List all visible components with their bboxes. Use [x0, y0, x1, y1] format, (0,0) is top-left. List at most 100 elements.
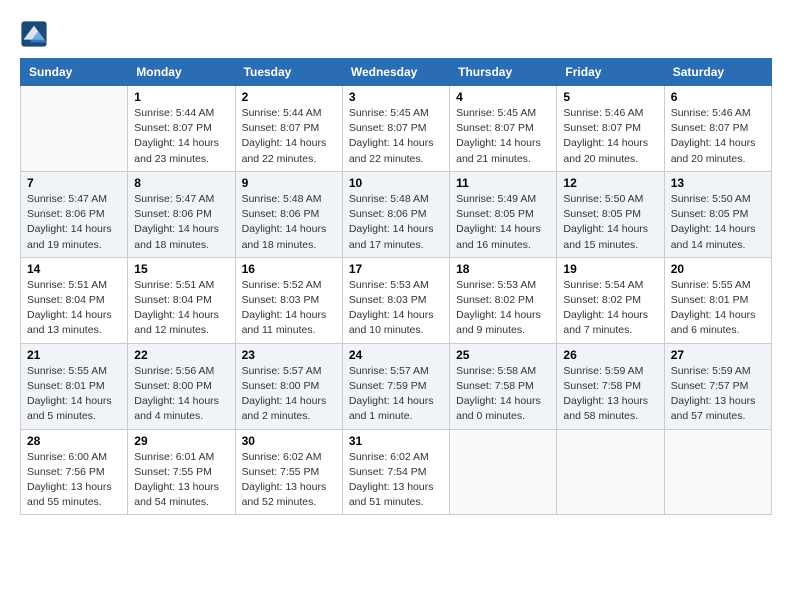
calendar-day-cell: 10 Sunrise: 5:48 AMSunset: 8:06 PMDayligh… [342, 171, 449, 257]
day-info: Sunrise: 5:53 AMSunset: 8:02 PMDaylight:… [456, 278, 550, 339]
calendar-day-cell [557, 429, 664, 515]
day-info: Sunrise: 5:48 AMSunset: 8:06 PMDaylight:… [242, 192, 336, 253]
day-info: Sunrise: 5:44 AMSunset: 8:07 PMDaylight:… [242, 106, 336, 167]
day-info: Sunrise: 5:45 AMSunset: 8:07 PMDaylight:… [349, 106, 443, 167]
day-number: 3 [349, 90, 443, 104]
day-number: 30 [242, 434, 336, 448]
calendar-day-cell: 29 Sunrise: 6:01 AMSunset: 7:55 PMDayligh… [128, 429, 235, 515]
calendar-day-cell [21, 86, 128, 172]
calendar-day-cell: 23 Sunrise: 5:57 AMSunset: 8:00 PMDayligh… [235, 343, 342, 429]
day-number: 17 [349, 262, 443, 276]
calendar-week-row: 21Sunrise: 5:55 AMSunset: 8:01 PMDayligh… [21, 343, 772, 429]
day-number: 5 [563, 90, 657, 104]
day-info: Sunrise: 6:02 AMSunset: 7:55 PMDaylight:… [242, 450, 336, 511]
calendar-day-cell: 27 Sunrise: 5:59 AMSunset: 7:57 PMDayligh… [664, 343, 771, 429]
day-info: Sunrise: 5:59 AMSunset: 7:58 PMDaylight:… [563, 364, 657, 425]
calendar-day-cell: 11 Sunrise: 5:49 AMSunset: 8:05 PMDayligh… [450, 171, 557, 257]
calendar-day-cell: 5 Sunrise: 5:46 AMSunset: 8:07 PMDaylight… [557, 86, 664, 172]
day-info: Sunrise: 5:44 AMSunset: 8:07 PMDaylight:… [134, 106, 228, 167]
day-number: 18 [456, 262, 550, 276]
calendar-day-cell [664, 429, 771, 515]
weekday-header: Tuesday [235, 59, 342, 86]
day-number: 20 [671, 262, 765, 276]
calendar-header-row: SundayMondayTuesdayWednesdayThursdayFrid… [21, 59, 772, 86]
day-number: 27 [671, 348, 765, 362]
day-number: 14 [27, 262, 121, 276]
day-info: Sunrise: 5:46 AMSunset: 8:07 PMDaylight:… [671, 106, 765, 167]
calendar-day-cell: 24Sunrise: 5:57 AMSunset: 7:59 PMDayligh… [342, 343, 449, 429]
day-number: 21 [27, 348, 121, 362]
day-number: 2 [242, 90, 336, 104]
calendar-day-cell: 30 Sunrise: 6:02 AMSunset: 7:55 PMDayligh… [235, 429, 342, 515]
calendar-week-row: 1 Sunrise: 5:44 AMSunset: 8:07 PMDaylight… [21, 86, 772, 172]
day-number: 9 [242, 176, 336, 190]
day-info: Sunrise: 5:50 AMSunset: 8:05 PMDaylight:… [563, 192, 657, 253]
day-number: 26 [563, 348, 657, 362]
calendar-day-cell: 13 Sunrise: 5:50 AMSunset: 8:05 PMDayligh… [664, 171, 771, 257]
calendar-day-cell: 19Sunrise: 5:54 AMSunset: 8:02 PMDayligh… [557, 257, 664, 343]
day-number: 10 [349, 176, 443, 190]
day-info: Sunrise: 5:51 AMSunset: 8:04 PMDaylight:… [27, 278, 121, 339]
calendar-day-cell: 8 Sunrise: 5:47 AMSunset: 8:06 PMDaylight… [128, 171, 235, 257]
day-info: Sunrise: 5:52 AMSunset: 8:03 PMDaylight:… [242, 278, 336, 339]
calendar-day-cell: 2 Sunrise: 5:44 AMSunset: 8:07 PMDaylight… [235, 86, 342, 172]
day-info: Sunrise: 5:47 AMSunset: 8:06 PMDaylight:… [27, 192, 121, 253]
logo [20, 20, 52, 48]
calendar-day-cell: 7 Sunrise: 5:47 AMSunset: 8:06 PMDaylight… [21, 171, 128, 257]
day-number: 16 [242, 262, 336, 276]
weekday-header: Thursday [450, 59, 557, 86]
calendar-day-cell: 31 Sunrise: 6:02 AMSunset: 7:54 PMDayligh… [342, 429, 449, 515]
day-info: Sunrise: 5:50 AMSunset: 8:05 PMDaylight:… [671, 192, 765, 253]
calendar-day-cell: 14 Sunrise: 5:51 AMSunset: 8:04 PMDayligh… [21, 257, 128, 343]
calendar-week-row: 28 Sunrise: 6:00 AMSunset: 7:56 PMDayligh… [21, 429, 772, 515]
logo-icon [20, 20, 48, 48]
day-number: 22 [134, 348, 228, 362]
day-info: Sunrise: 5:55 AMSunset: 8:01 PMDaylight:… [671, 278, 765, 339]
day-number: 13 [671, 176, 765, 190]
day-info: Sunrise: 6:01 AMSunset: 7:55 PMDaylight:… [134, 450, 228, 511]
day-info: Sunrise: 5:46 AMSunset: 8:07 PMDaylight:… [563, 106, 657, 167]
day-info: Sunrise: 5:47 AMSunset: 8:06 PMDaylight:… [134, 192, 228, 253]
day-info: Sunrise: 5:45 AMSunset: 8:07 PMDaylight:… [456, 106, 550, 167]
calendar-day-cell [450, 429, 557, 515]
calendar-day-cell: 28 Sunrise: 6:00 AMSunset: 7:56 PMDayligh… [21, 429, 128, 515]
calendar-day-cell: 3 Sunrise: 5:45 AMSunset: 8:07 PMDaylight… [342, 86, 449, 172]
calendar-day-cell: 20 Sunrise: 5:55 AMSunset: 8:01 PMDayligh… [664, 257, 771, 343]
calendar-day-cell: 6 Sunrise: 5:46 AMSunset: 8:07 PMDaylight… [664, 86, 771, 172]
day-number: 23 [242, 348, 336, 362]
day-number: 8 [134, 176, 228, 190]
weekday-header: Sunday [21, 59, 128, 86]
day-number: 7 [27, 176, 121, 190]
calendar-day-cell: 22Sunrise: 5:56 AMSunset: 8:00 PMDayligh… [128, 343, 235, 429]
day-info: Sunrise: 5:58 AMSunset: 7:58 PMDaylight:… [456, 364, 550, 425]
day-info: Sunrise: 5:59 AMSunset: 7:57 PMDaylight:… [671, 364, 765, 425]
calendar-day-cell: 21Sunrise: 5:55 AMSunset: 8:01 PMDayligh… [21, 343, 128, 429]
day-info: Sunrise: 6:02 AMSunset: 7:54 PMDaylight:… [349, 450, 443, 511]
calendar-day-cell: 1 Sunrise: 5:44 AMSunset: 8:07 PMDaylight… [128, 86, 235, 172]
day-number: 29 [134, 434, 228, 448]
calendar-day-cell: 9 Sunrise: 5:48 AMSunset: 8:06 PMDaylight… [235, 171, 342, 257]
day-info: Sunrise: 5:49 AMSunset: 8:05 PMDaylight:… [456, 192, 550, 253]
calendar-week-row: 7 Sunrise: 5:47 AMSunset: 8:06 PMDaylight… [21, 171, 772, 257]
weekday-header: Friday [557, 59, 664, 86]
day-number: 11 [456, 176, 550, 190]
day-info: Sunrise: 5:51 AMSunset: 8:04 PMDaylight:… [134, 278, 228, 339]
day-number: 6 [671, 90, 765, 104]
day-info: Sunrise: 5:57 AMSunset: 8:00 PMDaylight:… [242, 364, 336, 425]
day-info: Sunrise: 6:00 AMSunset: 7:56 PMDaylight:… [27, 450, 121, 511]
weekday-header: Monday [128, 59, 235, 86]
calendar-week-row: 14 Sunrise: 5:51 AMSunset: 8:04 PMDayligh… [21, 257, 772, 343]
day-number: 19 [563, 262, 657, 276]
day-info: Sunrise: 5:48 AMSunset: 8:06 PMDaylight:… [349, 192, 443, 253]
day-number: 28 [27, 434, 121, 448]
calendar-day-cell: 18 Sunrise: 5:53 AMSunset: 8:02 PMDayligh… [450, 257, 557, 343]
calendar-day-cell: 15Sunrise: 5:51 AMSunset: 8:04 PMDayligh… [128, 257, 235, 343]
calendar-day-cell: 12Sunrise: 5:50 AMSunset: 8:05 PMDayligh… [557, 171, 664, 257]
day-info: Sunrise: 5:53 AMSunset: 8:03 PMDaylight:… [349, 278, 443, 339]
day-number: 31 [349, 434, 443, 448]
weekday-header: Saturday [664, 59, 771, 86]
day-number: 1 [134, 90, 228, 104]
day-number: 4 [456, 90, 550, 104]
page-header [20, 20, 772, 48]
calendar-day-cell: 4 Sunrise: 5:45 AMSunset: 8:07 PMDaylight… [450, 86, 557, 172]
